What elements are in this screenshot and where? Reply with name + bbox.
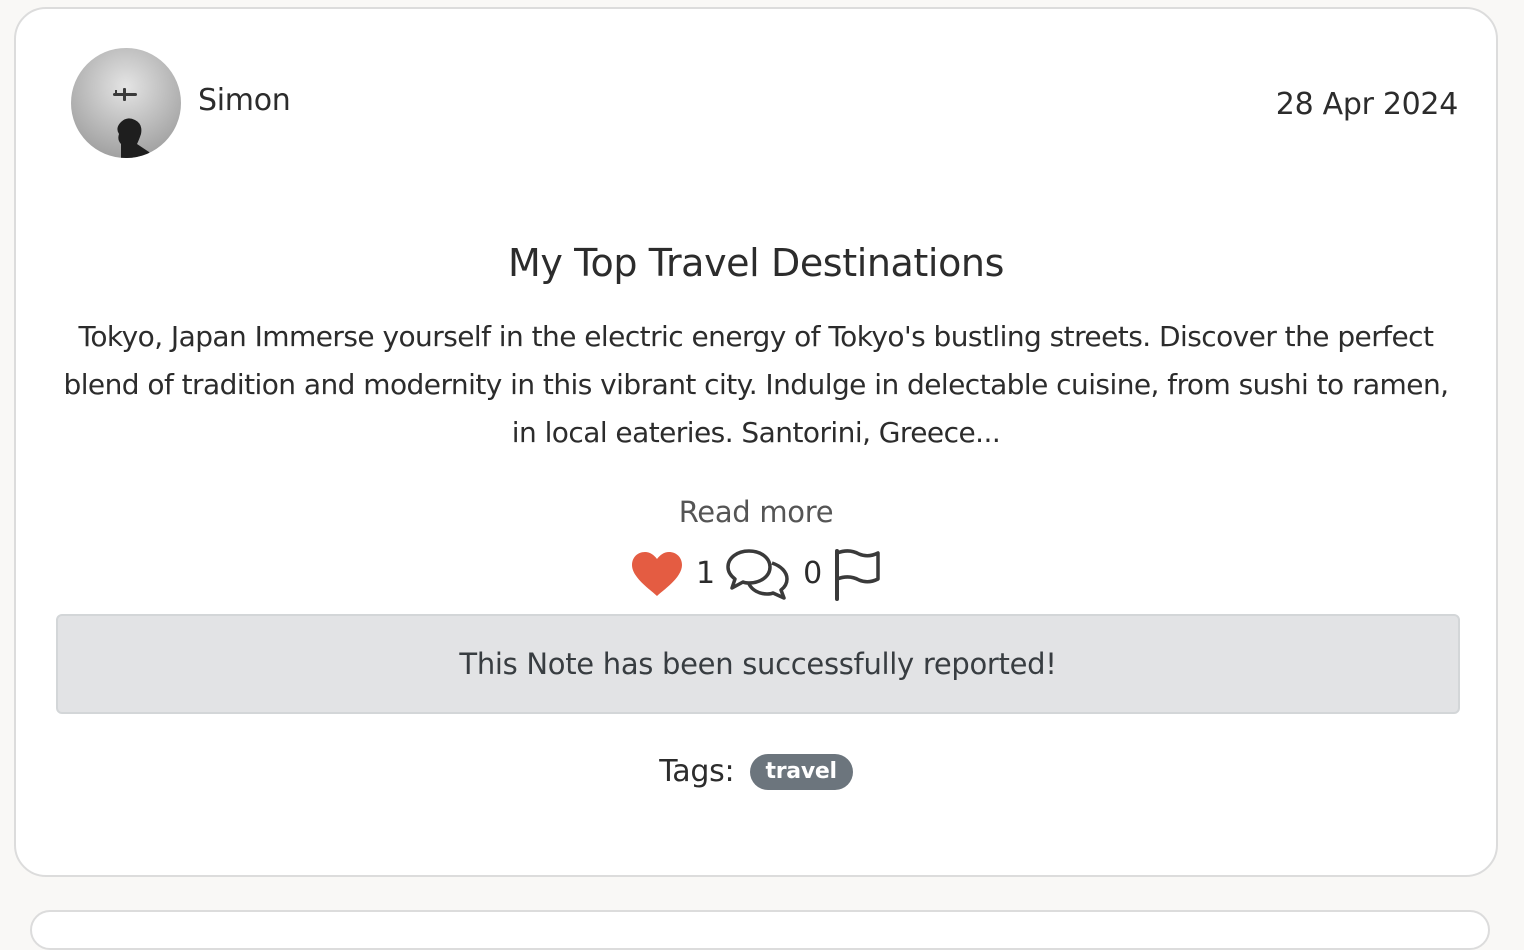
report-success-alert: This Note has been successfully reported…	[56, 614, 1460, 714]
report-success-message: This Note has been successfully reported…	[459, 647, 1057, 681]
author-name[interactable]: Simon	[198, 81, 291, 121]
report-button[interactable]	[832, 547, 882, 601]
flag-icon	[835, 549, 880, 601]
read-more-row: Read more	[16, 492, 1496, 532]
avatar-photo	[71, 48, 181, 158]
note-actions: 1 0	[630, 545, 882, 603]
tags-label: Tags:	[659, 754, 735, 789]
like-button[interactable]	[630, 550, 684, 598]
tags-row: Tags: travel	[16, 752, 1496, 792]
next-note-card	[30, 910, 1490, 950]
note-excerpt: Tokyo, Japan Immerse yourself in the ele…	[63, 320, 1449, 449]
tag-badge-travel[interactable]: travel	[749, 754, 853, 790]
post-date: 28 Apr 2024	[1275, 87, 1459, 122]
comments-icon	[726, 549, 789, 600]
likes-count: 1	[696, 556, 716, 591]
comments-count: 0	[803, 556, 823, 591]
note-title: My Top Travel Destinations	[507, 241, 1005, 285]
heart-icon	[632, 552, 682, 596]
note-card: Simon 28 Apr 2024 My Top Travel Destinat…	[14, 7, 1498, 877]
comments-button[interactable]	[725, 547, 791, 601]
avatar[interactable]	[71, 48, 181, 158]
read-more-link[interactable]: Read more	[679, 495, 834, 529]
